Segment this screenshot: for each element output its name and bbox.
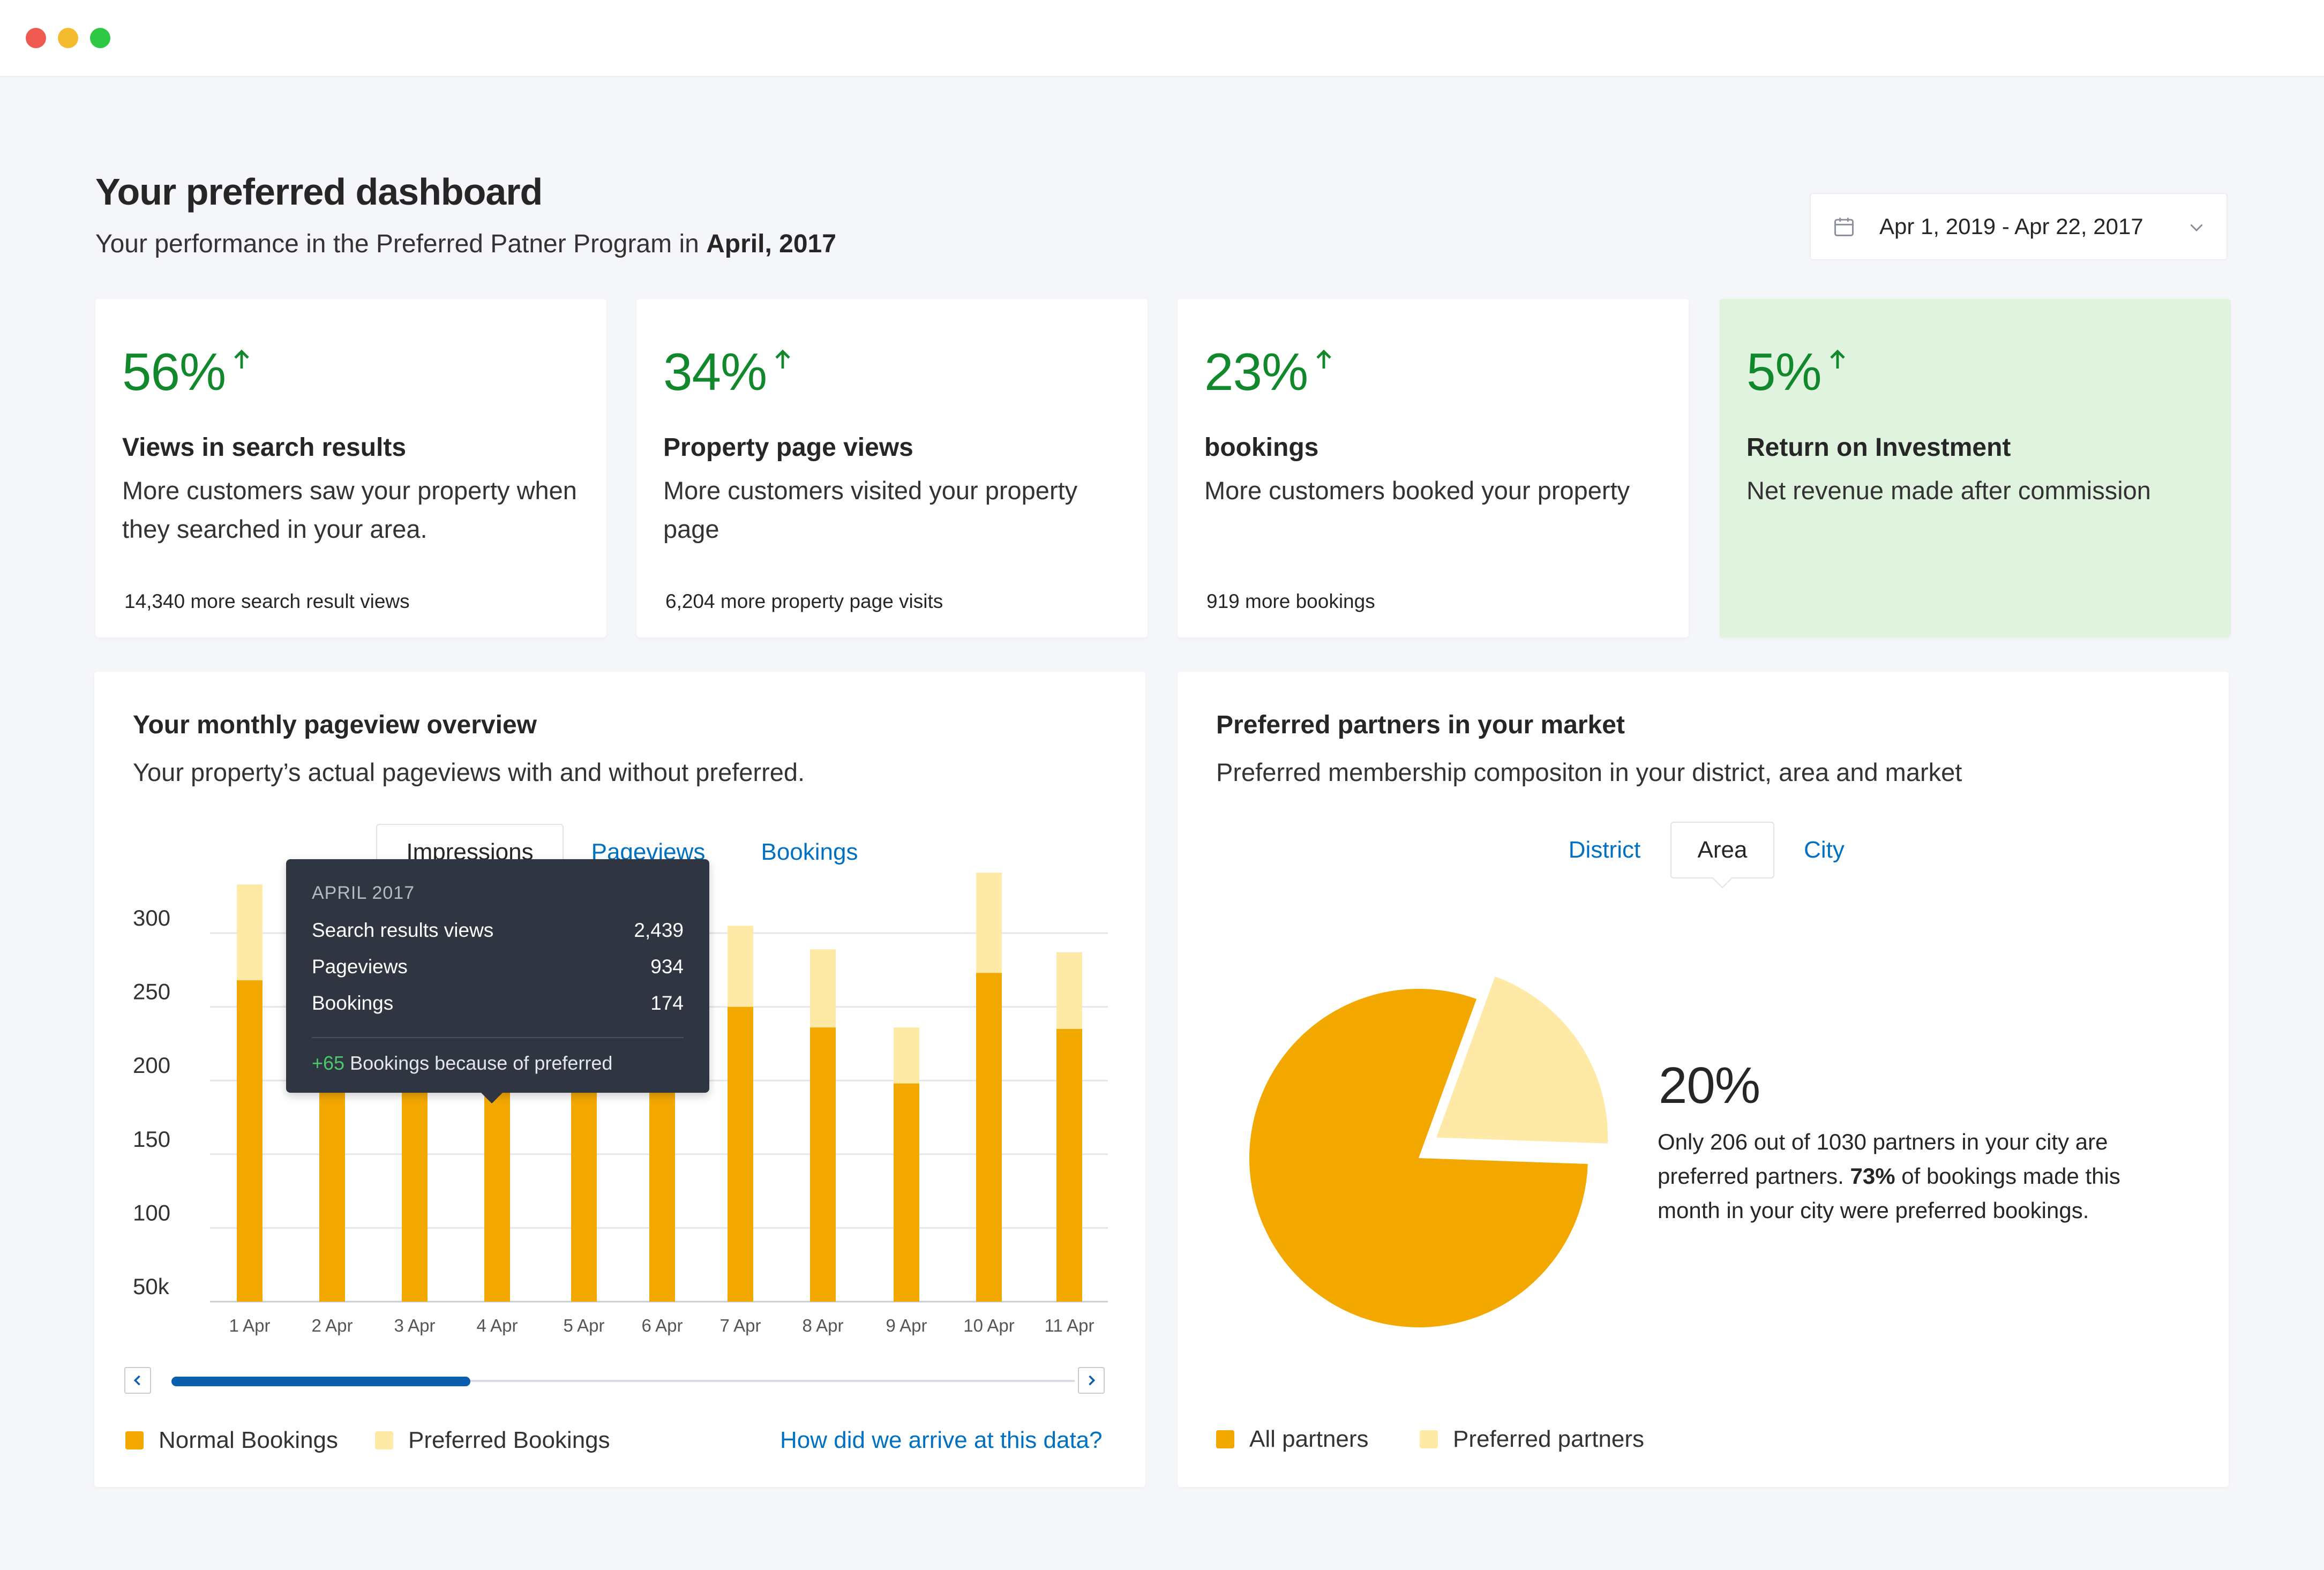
legend-all-partners: All partners: [1216, 1426, 1369, 1453]
partners-pie-chart: [1249, 976, 1608, 1327]
preferred-share-value: 20%: [1659, 1057, 1760, 1114]
legend-preferred-partners: Preferred partners: [1420, 1426, 1644, 1453]
preferred-share-description: Only 206 out of 1030 partners in your ci…: [1658, 1129, 2120, 1223]
